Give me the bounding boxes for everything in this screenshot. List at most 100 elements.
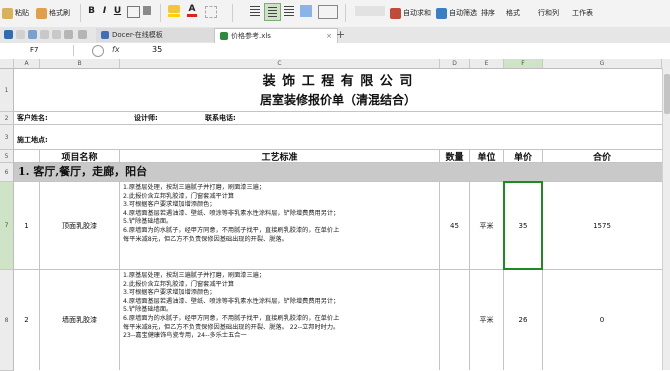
client-name-label[interactable]: 客户姓名: xyxy=(17,113,48,123)
section-heading[interactable]: 1. 客厅,餐厅，走廊，阳台 xyxy=(14,163,662,181)
format-painter-button[interactable]: 格式刷 xyxy=(36,4,70,22)
header-unit-price[interactable]: 单价 xyxy=(504,150,542,163)
quote-subtitle[interactable]: 居室装修报价单（清混结合） xyxy=(14,90,662,108)
scrollbar-thumb[interactable] xyxy=(664,74,670,114)
bold-button[interactable]: B xyxy=(86,5,97,17)
header-total[interactable]: 合价 xyxy=(543,150,661,163)
item-standard-cell[interactable]: 1.原基层处理，按刮三遍腻子并打磨，刷面漆三遍； 2.此报价含立邦乳胶漆，门窗套… xyxy=(120,270,439,370)
header-standard[interactable]: 工艺标准 xyxy=(120,150,439,163)
row-header-6[interactable]: 6 xyxy=(0,163,14,182)
autosum-button[interactable]: 自动求和 xyxy=(390,4,431,22)
column-header-b[interactable]: B xyxy=(40,59,120,68)
align-center-button[interactable] xyxy=(264,3,281,21)
item-number[interactable]: 1 xyxy=(14,182,39,269)
clear-icon[interactable] xyxy=(205,6,217,18)
autofilter-button[interactable]: 自动筛选 xyxy=(436,4,477,22)
align-left-button[interactable] xyxy=(248,4,262,18)
item-unit-price-selected[interactable]: 35 xyxy=(503,181,543,270)
font-color-glyph: A xyxy=(188,4,196,14)
item-quantity[interactable] xyxy=(440,270,469,370)
align-center-icon xyxy=(268,7,277,8)
item-name[interactable]: 顶面乳胶漆 xyxy=(40,182,119,269)
new-file-icon[interactable] xyxy=(16,30,25,39)
row-header-7[interactable]: 7 xyxy=(0,182,14,270)
zoom-icon[interactable] xyxy=(92,45,104,57)
item-name[interactable]: 墙面乳胶漆 xyxy=(40,270,119,370)
standard-line: 2.此报价含立邦乳胶漆，门窗套减平计算 xyxy=(123,280,235,288)
item-standard-cell[interactable]: 1.原基层处理，按刮三遍腻子并打磨，刷面漆三遍； 2.此报价含立邦乳胶漆，门窗套… xyxy=(120,182,439,269)
number-format-select[interactable] xyxy=(355,6,385,16)
row-header-5[interactable]: 5 xyxy=(0,150,14,163)
phone-label[interactable]: 联系电话: xyxy=(205,113,236,123)
standard-line: 每平米减8元，但乙方不负责保修因基础出现的开裂、脱落。 xyxy=(123,235,288,243)
fx-label[interactable]: fx xyxy=(112,45,120,54)
print-icon[interactable] xyxy=(40,30,49,39)
sigma-icon xyxy=(390,7,401,19)
item-number[interactable]: 2 xyxy=(14,270,39,370)
undo-icon[interactable] xyxy=(64,30,73,39)
tab-price-xls[interactable]: 价格参考.xls × xyxy=(214,28,338,43)
preview-icon[interactable] xyxy=(52,30,61,39)
standard-line: 3.可根据客户要求增加增添颜色； xyxy=(123,201,216,209)
redo-icon[interactable] xyxy=(78,30,87,39)
row-header-3[interactable]: 3 xyxy=(0,125,14,150)
column-header-d[interactable]: D xyxy=(440,59,470,68)
designer-label[interactable]: 设计师: xyxy=(134,113,158,123)
standard-line: 5.铲除基础墙面。 xyxy=(123,306,173,314)
standard-line: 6.原墙面为的水腻子，经甲方同意，不用腻子找平，直接刷乳胶漆的，在单价上 xyxy=(123,314,340,322)
header-item-name[interactable]: 项目名称 xyxy=(40,150,119,163)
item-unit[interactable]: 平米 xyxy=(470,270,503,370)
sort-button[interactable]: 排序 xyxy=(481,4,495,22)
tab-price-xls-label: 价格参考.xls xyxy=(231,32,271,40)
item-total[interactable]: 1575 xyxy=(543,182,661,269)
excel-file-icon xyxy=(220,32,228,40)
divider xyxy=(345,4,346,22)
merge-icon[interactable] xyxy=(143,6,151,15)
save-icon[interactable] xyxy=(28,30,37,39)
row-header-2[interactable]: 2 xyxy=(0,112,14,125)
font-color-button[interactable]: A xyxy=(187,4,197,19)
column-header-g[interactable]: G xyxy=(543,59,662,68)
worksheet-button[interactable]: 工作表 xyxy=(572,4,593,22)
close-icon[interactable]: × xyxy=(326,32,332,40)
autofilter-label: 自动筛选 xyxy=(449,9,477,17)
header-quantity[interactable]: 数量 xyxy=(440,150,469,163)
align-left-icon xyxy=(250,6,260,7)
header-unit[interactable]: 单位 xyxy=(470,150,503,163)
item-total[interactable]: 0 xyxy=(543,270,661,370)
tab-docer[interactable]: Docer-在线模板 xyxy=(96,28,218,42)
row-header-8[interactable]: 8 xyxy=(0,270,14,371)
underline-button[interactable]: U xyxy=(112,5,123,17)
paste-button[interactable]: 粘贴 xyxy=(2,4,29,22)
standard-line: 23--嘉宝健康饰鸟瓷专用，24--多乐士五合一 xyxy=(123,332,247,340)
border-icon[interactable] xyxy=(127,6,140,18)
column-header-c[interactable]: C xyxy=(120,59,440,68)
column-header-f[interactable]: F xyxy=(504,59,543,68)
company-title[interactable]: 装 饰 工 程 有 限 公 司 xyxy=(14,70,662,89)
item-quantity[interactable]: 45 xyxy=(440,182,469,269)
standard-line: 3.可根据客户要求增加增添颜色； xyxy=(123,289,216,297)
item-unit[interactable]: 平米 xyxy=(470,182,503,269)
docer-icon xyxy=(101,31,109,39)
row-column-label: 行和列 xyxy=(538,9,559,17)
fill-color-button[interactable] xyxy=(168,5,180,17)
row-header-1[interactable]: 1 xyxy=(0,69,14,112)
vertical-scrollbar[interactable] xyxy=(662,68,670,370)
name-box[interactable]: F7 xyxy=(14,45,74,56)
item-unit-price[interactable]: 26 xyxy=(504,270,542,370)
wrap-icon[interactable] xyxy=(300,5,312,17)
row-column-button[interactable]: 行和列 xyxy=(538,4,559,22)
italic-button[interactable]: I xyxy=(99,5,110,17)
align-right-button[interactable] xyxy=(282,4,296,18)
select-all-corner[interactable] xyxy=(0,59,14,68)
column-header-a[interactable]: A xyxy=(14,59,40,68)
column-headers: A B C D E F G xyxy=(0,59,670,69)
divider xyxy=(232,4,233,22)
format-button[interactable]: 格式 xyxy=(506,4,520,22)
new-tab-icon[interactable]: + xyxy=(336,28,345,41)
formula-input[interactable]: 35 xyxy=(152,45,162,54)
column-header-e[interactable]: E xyxy=(470,59,504,68)
address-label[interactable]: 施工地点: xyxy=(17,135,48,145)
app-menu-icon[interactable] xyxy=(4,30,13,39)
merge-center-icon[interactable] xyxy=(318,5,338,19)
